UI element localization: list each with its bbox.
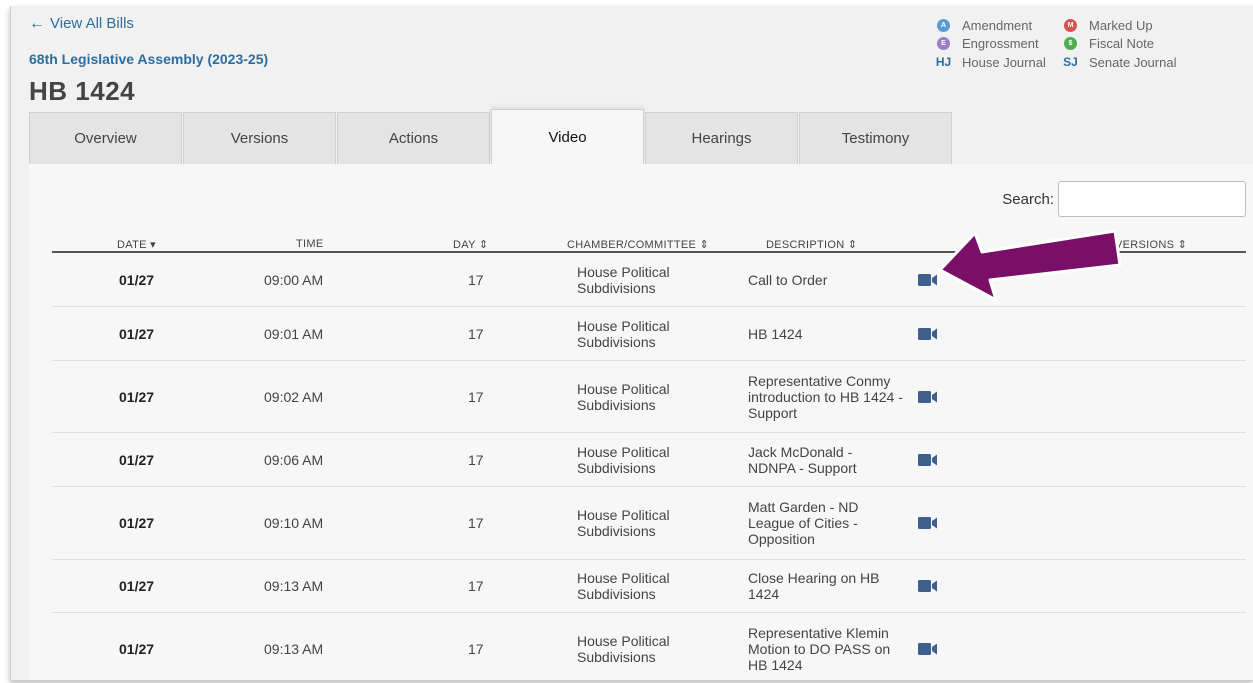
tab-video[interactable]: Video bbox=[491, 109, 644, 164]
chamber-cell: House Political Subdivisions bbox=[577, 570, 670, 602]
date-cell: 01/27 bbox=[119, 515, 155, 531]
bill-number: HB 1424 bbox=[29, 76, 136, 106]
time-cell: 09:13 AM bbox=[264, 578, 324, 594]
tab-actions[interactable]: Actions bbox=[337, 112, 490, 164]
back-arrow-icon: ← bbox=[29, 14, 45, 32]
video-camera-icon[interactable] bbox=[918, 390, 938, 404]
chamber-cell: House Political Subdivisions bbox=[577, 317, 670, 350]
table-row: 01/27 09:06 AM 17 House Political Subdiv… bbox=[52, 433, 1246, 487]
legend-label: House Journal bbox=[962, 54, 1046, 70]
legend-label: Fiscal Note bbox=[1089, 35, 1155, 51]
day-cell: 17 bbox=[468, 451, 484, 468]
search-box: Search: bbox=[1002, 181, 1246, 217]
engrossment-icon: E bbox=[937, 36, 950, 50]
legend: A Amendment M Marked Up E Engrossment $ … bbox=[929, 13, 1253, 73]
table-row: 01/27 09:00 AM 17 House Political Subdiv… bbox=[52, 253, 1246, 307]
day-cell: 17 bbox=[468, 388, 484, 405]
marked-up-icon: M bbox=[1064, 18, 1077, 32]
description-cell: HB 1424 bbox=[748, 325, 803, 342]
legend-house-journal: HJ House Journal bbox=[935, 54, 1046, 70]
header-date[interactable]: DATE ▾ bbox=[117, 238, 156, 251]
search-label: Search: bbox=[1002, 190, 1054, 208]
video-camera-icon[interactable] bbox=[918, 516, 938, 530]
video-cell bbox=[918, 516, 938, 530]
description-cell: Jack McDonald - NDNPA - Support bbox=[748, 443, 857, 476]
video-cell bbox=[918, 579, 938, 593]
description-cell: Close Hearing on HB 1424 bbox=[748, 570, 880, 602]
date-cell: 01/27 bbox=[119, 325, 155, 342]
date-cell: 01/27 bbox=[119, 451, 155, 468]
legend-label: Amendment bbox=[962, 17, 1033, 33]
day-cell: 17 bbox=[468, 578, 484, 594]
video-camera-icon[interactable] bbox=[918, 273, 938, 287]
back-link-label: View All Bills bbox=[50, 15, 134, 32]
bill-page: ← View All Bills 68th Legislative Assemb… bbox=[10, 6, 1253, 681]
assembly-title: 68th Legislative Assembly (2023-25) bbox=[29, 51, 269, 67]
video-camera-icon[interactable] bbox=[918, 579, 938, 593]
time-cell: 09:13 AM bbox=[264, 641, 324, 657]
legend-senate-journal: SJ Senate Journal bbox=[1062, 54, 1176, 70]
chamber-cell: House Political Subdivisions bbox=[577, 633, 670, 665]
video-cell bbox=[918, 642, 938, 656]
time-cell: 09:02 AM bbox=[264, 388, 324, 405]
description-cell: Representative Conmy introduction to HB … bbox=[748, 372, 903, 421]
video-cell bbox=[918, 453, 938, 467]
legend-marked-up: M Marked Up bbox=[1064, 17, 1153, 33]
video-camera-icon[interactable] bbox=[918, 642, 938, 656]
video-cell bbox=[918, 390, 938, 404]
chamber-cell: House Political Subdivisions bbox=[577, 507, 670, 539]
tab-hearings[interactable]: Hearings bbox=[645, 112, 798, 164]
description-cell: Representative Klemin Motion to DO PASS … bbox=[748, 625, 891, 673]
time-cell: 09:00 AM bbox=[264, 271, 324, 288]
date-cell: 01/27 bbox=[119, 641, 155, 657]
video-cell bbox=[918, 273, 938, 287]
time-cell: 09:01 AM bbox=[264, 325, 324, 342]
chamber-cell: House Political Subdivisions bbox=[577, 443, 670, 476]
chamber-cell: House Political Subdivisions bbox=[577, 263, 670, 296]
header-versions[interactable]: VERSIONS ⇕ bbox=[1115, 238, 1187, 251]
description-cell: Matt Garden - ND League of Cities - Oppo… bbox=[748, 499, 859, 547]
fiscal-note-icon: $ bbox=[1064, 36, 1077, 50]
description-cell: Call to Order bbox=[748, 271, 828, 288]
table-header: DATE ▾ TIME DAY ⇕ CHAMBER/COMMITTEE ⇕ DE… bbox=[52, 236, 1246, 253]
table-row: 01/27 09:13 AM 17 House Political Subdiv… bbox=[52, 560, 1246, 613]
video-camera-icon[interactable] bbox=[918, 327, 938, 341]
house-journal-abbr: HJ bbox=[935, 55, 952, 69]
video-camera-icon[interactable] bbox=[918, 453, 938, 467]
legend-engrossment: E Engrossment bbox=[937, 35, 1039, 51]
tab-versions[interactable]: Versions bbox=[183, 112, 336, 164]
legend-label: Marked Up bbox=[1089, 17, 1153, 33]
senate-journal-abbr: SJ bbox=[1063, 55, 1078, 69]
tab-testimony[interactable]: Testimony bbox=[799, 112, 952, 164]
header-chamber[interactable]: CHAMBER/COMMITTEE ⇕ bbox=[567, 238, 709, 251]
date-cell: 01/27 bbox=[119, 388, 155, 405]
day-cell: 17 bbox=[468, 271, 484, 288]
legend-label: Senate Journal bbox=[1089, 54, 1177, 70]
tab-bar: Overview Versions Actions Video Hearings… bbox=[29, 109, 953, 164]
day-cell: 17 bbox=[468, 325, 484, 342]
day-cell: 17 bbox=[468, 641, 484, 657]
legend-fiscal-note: $ Fiscal Note bbox=[1064, 35, 1154, 51]
legend-amendment: A Amendment bbox=[937, 17, 1032, 33]
header-description[interactable]: DESCRIPTION ⇕ bbox=[766, 238, 857, 251]
amendment-icon: A bbox=[937, 18, 950, 32]
date-cell: 01/27 bbox=[119, 271, 155, 288]
video-panel: Search: DATE ▾ TIME DAY ⇕ CHAMBER/COMMIT… bbox=[29, 164, 1253, 680]
header-day[interactable]: DAY ⇕ bbox=[453, 238, 488, 251]
table-row: 01/27 09:10 AM 17 House Political Subdiv… bbox=[52, 487, 1246, 560]
video-cell bbox=[918, 327, 938, 341]
chamber-cell: House Political Subdivisions bbox=[577, 380, 670, 413]
time-cell: 09:06 AM bbox=[264, 451, 324, 468]
search-input[interactable] bbox=[1058, 181, 1246, 217]
table-row: 01/27 09:01 AM 17 House Political Subdiv… bbox=[52, 307, 1246, 361]
date-cell: 01/27 bbox=[119, 578, 155, 594]
table-row: 01/27 09:02 AM 17 House Political Subdiv… bbox=[52, 361, 1246, 433]
time-cell: 09:10 AM bbox=[264, 515, 324, 531]
legend-label: Engrossment bbox=[962, 35, 1039, 51]
header-time[interactable]: TIME bbox=[296, 238, 323, 250]
day-cell: 17 bbox=[468, 515, 484, 531]
tab-overview[interactable]: Overview bbox=[29, 112, 182, 164]
table-row: 01/27 09:13 AM 17 House Political Subdiv… bbox=[52, 613, 1246, 680]
view-all-bills-link[interactable]: ← View All Bills bbox=[29, 15, 134, 32]
